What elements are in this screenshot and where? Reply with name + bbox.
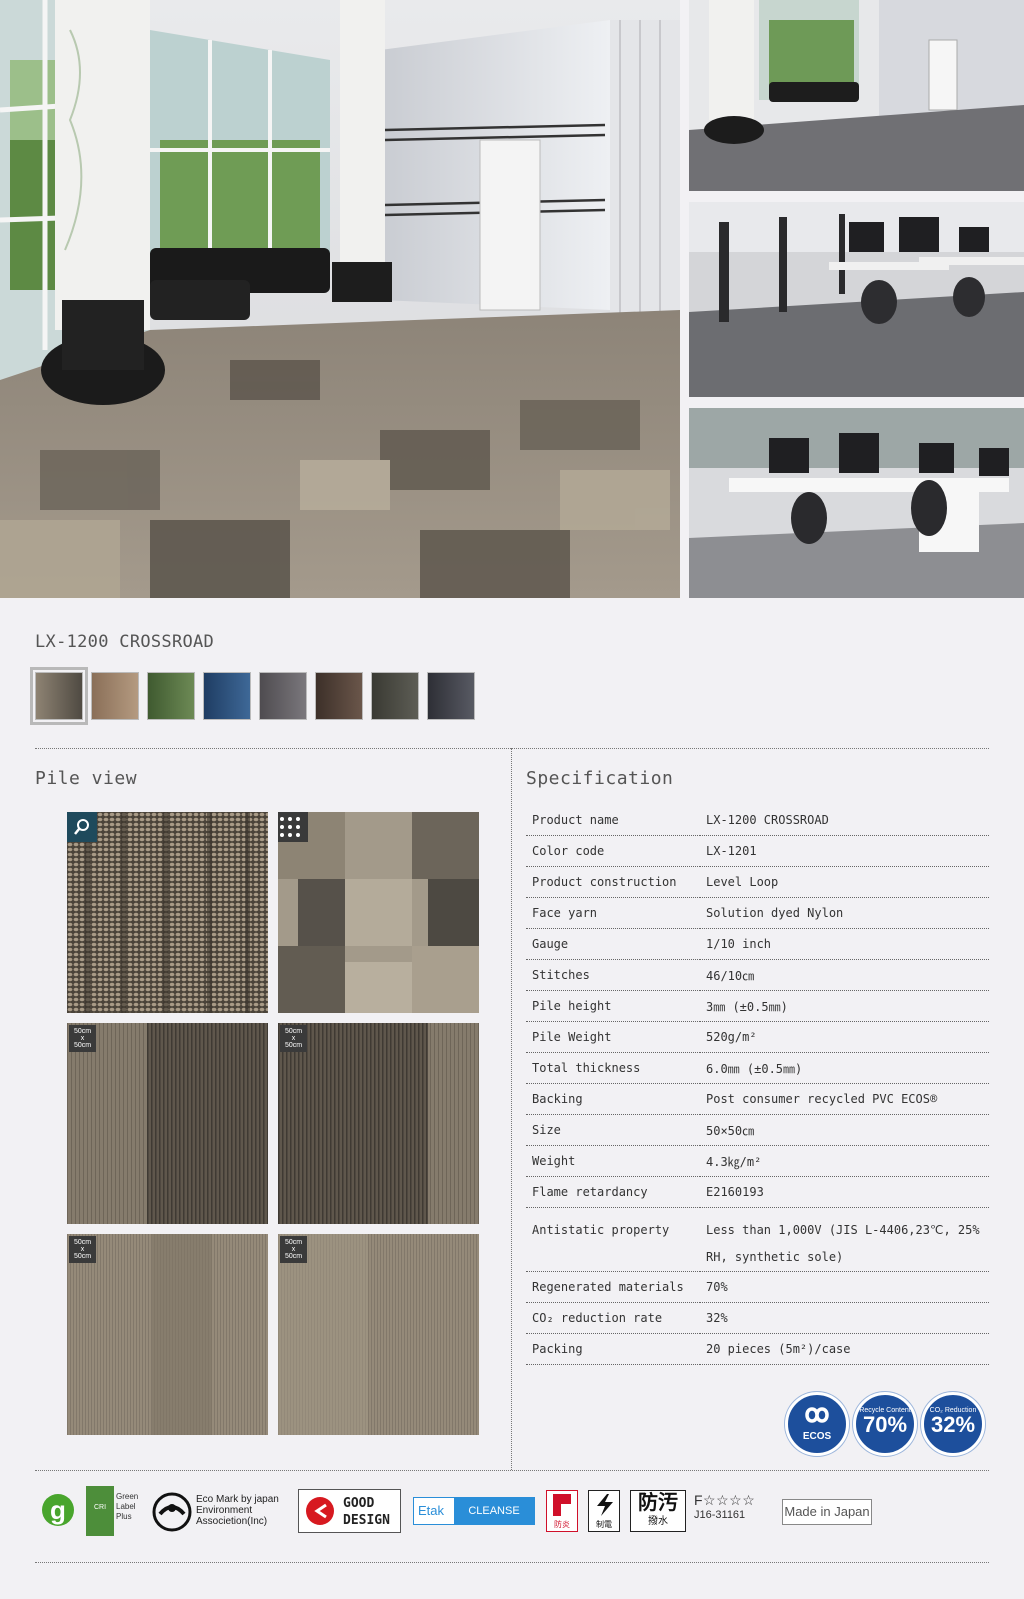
- spec-row: Face yarn Solution dyed Nylon: [526, 897, 989, 929]
- spec-value: 70%: [700, 1271, 989, 1303]
- spec-value: 46/10㎝: [700, 959, 989, 991]
- color-swatch[interactable]: [259, 672, 307, 720]
- zoom-icon: [67, 812, 97, 842]
- divider: [35, 748, 989, 749]
- spec-row: Product construction Level Loop: [526, 866, 989, 898]
- spec-value: 1/10 inch: [700, 928, 989, 960]
- spec-row: Color code LX-1201: [526, 835, 989, 867]
- recycle-content-badge: Recycle Content 70%: [853, 1392, 917, 1456]
- eco-mark-logo: Eco Mark by japan Environment Associetion(…: [152, 1490, 292, 1534]
- size-badge: 50cm x 50cm: [280, 1025, 307, 1052]
- spec-value: 50×50㎝: [700, 1114, 989, 1146]
- spec-row: Weight 4.3㎏/m²: [526, 1145, 989, 1177]
- spec-value: E2160193: [700, 1176, 989, 1208]
- f-star-rating: F☆☆☆☆ J16-31161: [694, 1492, 756, 1521]
- spec-value: Level Loop: [700, 866, 989, 898]
- tile-sample-1[interactable]: 50cm x 50cm: [67, 1023, 268, 1224]
- spec-row: Packing 20 pieces (5m²)/case: [526, 1333, 989, 1365]
- specification-table: Product name LX-1200 CROSSROAD Color code L…: [526, 805, 989, 1365]
- spec-row: Total thickness 6.0㎜ (±0.5㎜): [526, 1052, 989, 1084]
- pile-view-title: Pile view: [35, 768, 138, 789]
- tile-sample-3[interactable]: 50cm x 50cm: [67, 1234, 268, 1435]
- antistatic-logo: 制電: [588, 1490, 620, 1532]
- spec-key: Total thickness: [526, 1052, 700, 1084]
- green-g-logo: g: [40, 1492, 76, 1532]
- spec-row: Stitches 46/10㎝: [526, 959, 989, 991]
- spec-value: 6.0㎜ (±0.5㎜): [700, 1052, 989, 1084]
- etak-cleanse-logo: Etak CLEANSE: [413, 1497, 535, 1525]
- spec-row: Pile Weight 520g/m²: [526, 1021, 989, 1053]
- spec-value: Solution dyed Nylon: [700, 897, 989, 929]
- color-swatch[interactable]: [203, 672, 251, 720]
- hero-office-photo: [689, 202, 1024, 397]
- spec-value: 520g/m²: [700, 1021, 989, 1053]
- spec-key: Size: [526, 1114, 700, 1146]
- specification-title: Specification: [526, 768, 674, 789]
- spec-key: Pile Weight: [526, 1021, 700, 1053]
- spec-value: 4.3㎏/m²: [700, 1145, 989, 1177]
- flame-retardant-logo: 防炎: [546, 1490, 578, 1532]
- spec-key: Weight: [526, 1145, 700, 1177]
- stain-resistant-logo: 防汚 撥水: [630, 1490, 686, 1532]
- spec-key: Face yarn: [526, 897, 700, 929]
- tile-sample-4[interactable]: 50cm x 50cm: [278, 1234, 479, 1435]
- hero-lobby-photo: [0, 0, 680, 598]
- size-badge: 50cm x 50cm: [69, 1236, 96, 1263]
- color-swatch[interactable]: [30, 667, 88, 725]
- color-swatch[interactable]: [427, 672, 475, 720]
- spec-key: Pile height: [526, 990, 700, 1022]
- spec-key: Product construction: [526, 866, 700, 898]
- spec-row: Antistatic property Less than 1,000V (JIS…: [526, 1207, 989, 1272]
- pile-closeup-tile[interactable]: [67, 812, 268, 1013]
- size-badge: 50cm x 50cm: [69, 1025, 96, 1052]
- spec-value: Post consumer recycled PVC ECOS®: [700, 1083, 989, 1115]
- spec-value: 32%: [700, 1302, 989, 1334]
- spec-key: Backing: [526, 1083, 700, 1115]
- spec-key: CO₂ reduction rate: [526, 1302, 700, 1334]
- hero-workstation-photo: [689, 408, 1024, 598]
- color-swatch-list: [30, 667, 475, 725]
- spec-key: Stitches: [526, 959, 700, 991]
- size-badge: 50cm x 50cm: [280, 1236, 307, 1263]
- color-swatch[interactable]: [371, 672, 419, 720]
- divider: [35, 1470, 989, 1471]
- spec-value: Less than 1,000V (JIS L-4406,23℃, 25% RH…: [700, 1207, 989, 1272]
- color-swatch[interactable]: [147, 672, 195, 720]
- spec-row: Regenerated materials 70%: [526, 1271, 989, 1303]
- spec-row: Pile height 3㎜ (±0.5㎜): [526, 990, 989, 1022]
- spec-row: Size 50×50㎝: [526, 1114, 989, 1146]
- ecos-badge: ECOS: [785, 1392, 849, 1456]
- cri-green-label-logo: CRI Green Label Plus: [86, 1486, 142, 1538]
- divider-vertical: [511, 748, 512, 1470]
- color-swatch[interactable]: [315, 672, 363, 720]
- spec-row: Flame retardancy E2160193: [526, 1176, 989, 1208]
- layout-grid-icon: [278, 812, 308, 842]
- spec-value: LX-1200 CROSSROAD: [700, 805, 989, 836]
- spec-key: Antistatic property: [526, 1207, 700, 1272]
- spec-row: CO₂ reduction rate 32%: [526, 1302, 989, 1334]
- spec-row: Backing Post consumer recycled PVC ECOS®: [526, 1083, 989, 1115]
- co2-reduction-badge: CO₂ Reduction 32%: [921, 1392, 985, 1456]
- spec-value: 20 pieces (5m²)/case: [700, 1333, 989, 1365]
- spec-row: Gauge 1/10 inch: [526, 928, 989, 960]
- color-swatch[interactable]: [91, 672, 139, 720]
- made-in-japan-logo: Made in Japan: [782, 1499, 872, 1525]
- product-title: LX-1200 CROSSROAD: [35, 632, 215, 652]
- spec-key: Packing: [526, 1333, 700, 1365]
- spec-value: LX-1201: [700, 835, 989, 867]
- spec-value: 3㎜ (±0.5㎜): [700, 990, 989, 1022]
- spec-row: Product name LX-1200 CROSSROAD: [526, 805, 989, 836]
- spec-key: Regenerated materials: [526, 1271, 700, 1303]
- spec-key: Flame retardancy: [526, 1176, 700, 1208]
- tile-sample-2[interactable]: 50cm x 50cm: [278, 1023, 479, 1224]
- cri-mark: CRI: [86, 1486, 114, 1536]
- spec-key: Gauge: [526, 928, 700, 960]
- divider: [35, 1562, 989, 1563]
- spec-key: Color code: [526, 835, 700, 867]
- layout-pattern-tile[interactable]: [278, 812, 479, 1013]
- hero-corridor-photo: [689, 0, 1024, 191]
- spec-key: Product name: [526, 805, 700, 836]
- svg-text:g: g: [50, 1495, 66, 1525]
- good-design-logo: GOOD DESIGN: [298, 1489, 401, 1533]
